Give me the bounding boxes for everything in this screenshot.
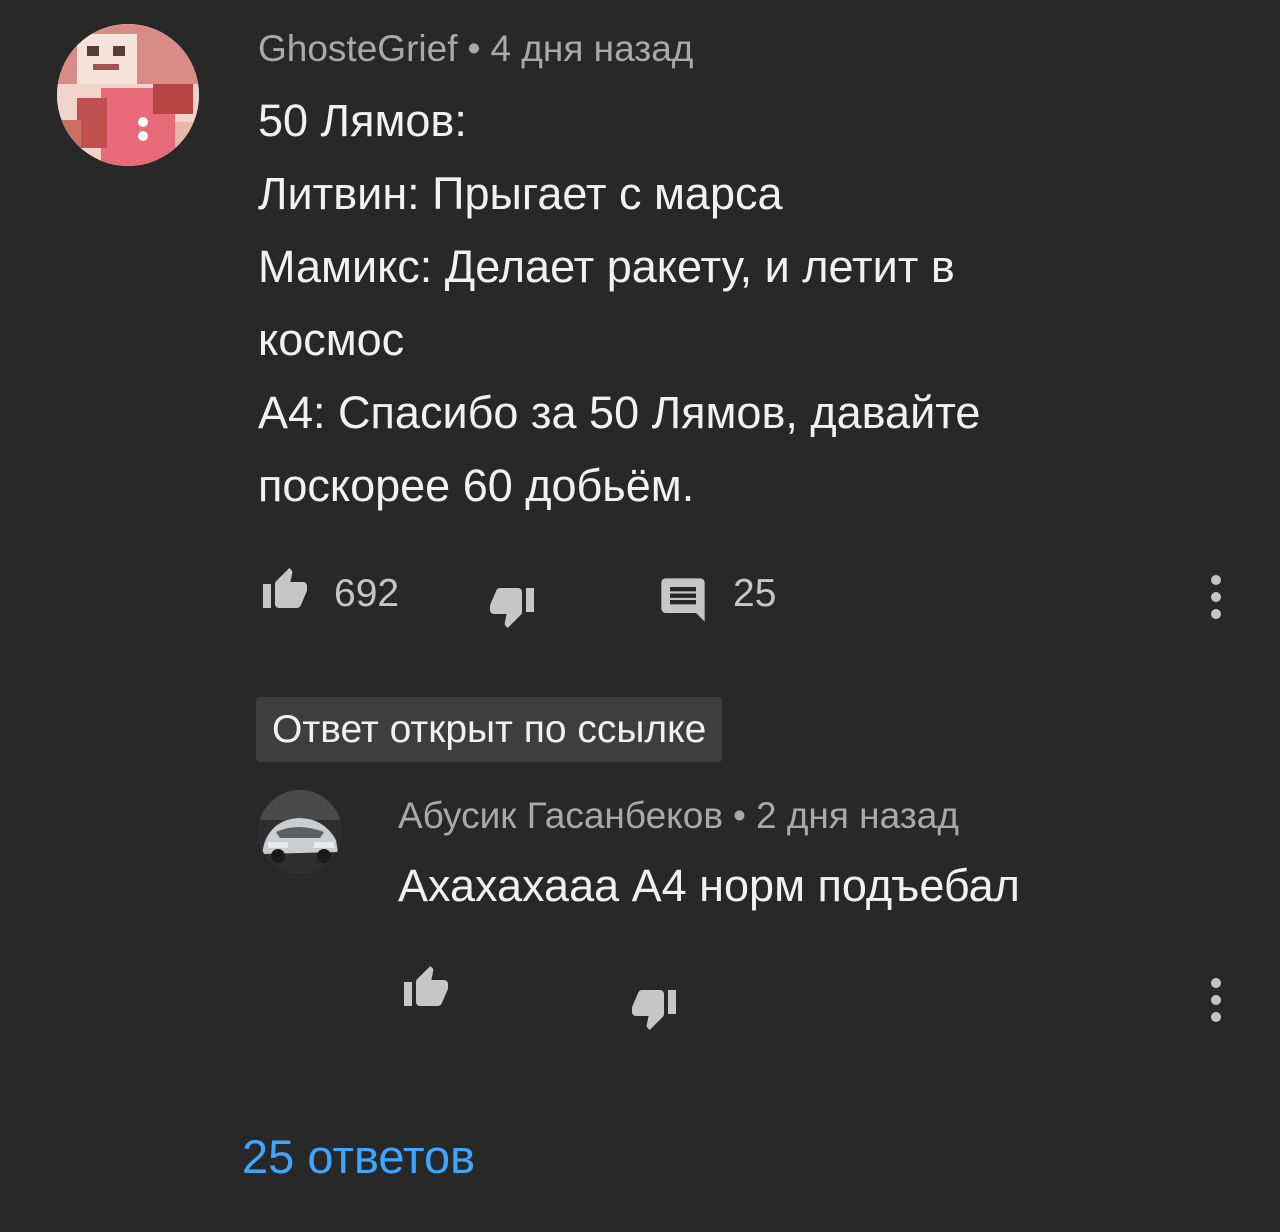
comment-line: 50 Лямов: [258,95,467,146]
avatar[interactable] [57,24,199,166]
reply-avatar[interactable] [258,790,342,874]
thumb-down-icon [490,588,534,628]
more-vert-icon [1211,575,1221,619]
comment-meta: GhosteGrief • 4 дня назад [258,26,693,72]
reply-avatar-image [258,790,342,874]
comment-text: 50 Лямов: Литвин: Прыгает с марса Мамикс… [258,84,1138,522]
comment-menu-button[interactable] [1200,572,1232,622]
reply-menu-button[interactable] [1200,975,1232,1025]
reply-dislike-button[interactable] [626,984,682,1032]
reply-meta: Абусик Гасанбеков • 2 дня назад [398,793,959,839]
comment-icon [661,578,705,622]
comment-line: Литвин: Прыгает с марса [258,168,783,219]
dislike-button[interactable] [484,582,540,630]
meta-separator: • [467,28,481,69]
thumb-up-icon [404,966,448,1006]
thumb-up-icon [263,568,307,608]
thumb-down-icon [632,990,676,1030]
highlighted-reply-badge: Ответ открыт по ссылке [256,697,723,762]
reply-count: 25 [733,572,777,615]
comment-time: 4 дня назад [490,28,694,69]
comment-author[interactable]: GhosteGrief [258,28,457,69]
reply-time: 2 дня назад [755,795,959,836]
reply-button[interactable] [656,574,710,626]
reply-author[interactable]: Абусик Гасанбеков [398,795,723,836]
comment-line: поскорее 60 добьём. [258,460,695,511]
comment-line: Мамикс: Делает ракету, и летит в [258,241,955,292]
avatar-image [57,24,199,166]
like-count: 692 [334,572,400,615]
comment-line: космос [258,314,405,365]
comment-line: А4: Спасибо за 50 Лямов, давайте [258,387,981,438]
more-vert-icon [1211,978,1221,1022]
reply-like-button[interactable] [398,964,454,1012]
view-replies-link[interactable]: 25 ответов [242,1128,475,1186]
like-button[interactable] [257,566,313,614]
reply-text: Ахахахааа А4 норм подъебал [398,860,1020,911]
meta-separator: • [733,795,746,836]
